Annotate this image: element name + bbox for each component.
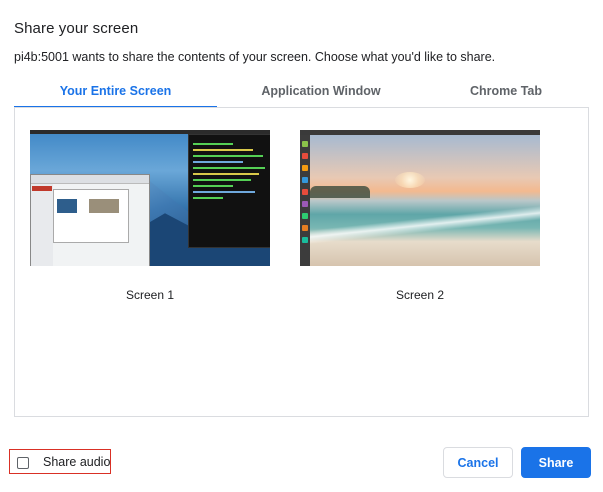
dialog-description: pi4b:5001 wants to share the contents of…: [14, 50, 496, 64]
share-audio-checkbox[interactable]: [17, 457, 29, 469]
tab-application-window-label: Application Window: [261, 84, 381, 98]
tab-entire-screen-label: Your Entire Screen: [59, 84, 172, 98]
terminal-window-preview: [188, 134, 270, 248]
tab-application-window[interactable]: Application Window: [217, 78, 425, 108]
screen-1-thumbnail[interactable]: [30, 130, 270, 266]
tab-chrome-tab[interactable]: Chrome Tab: [425, 78, 589, 108]
screen-1-preview: [30, 130, 270, 266]
tab-bar: Your Entire Screen Application Window Ch…: [14, 78, 589, 108]
dock-preview: [300, 135, 310, 266]
cancel-button[interactable]: Cancel: [443, 447, 513, 478]
screen-2-label: Screen 2: [395, 288, 445, 302]
tab-chrome-tab-label: Chrome Tab: [470, 84, 542, 98]
share-audio-label[interactable]: Share audio: [43, 455, 110, 469]
screen-2-preview: [300, 130, 540, 266]
share-button[interactable]: Share: [521, 447, 591, 478]
screen-1-label: Screen 1: [125, 288, 175, 302]
dialog-title: Share your screen: [14, 20, 139, 37]
browser-window-preview: [30, 174, 150, 266]
screen-list-panel: Screen 1 Screen 2: [14, 108, 589, 417]
tab-entire-screen[interactable]: Your Entire Screen: [14, 78, 217, 108]
screen-2-thumbnail[interactable]: [300, 130, 540, 266]
